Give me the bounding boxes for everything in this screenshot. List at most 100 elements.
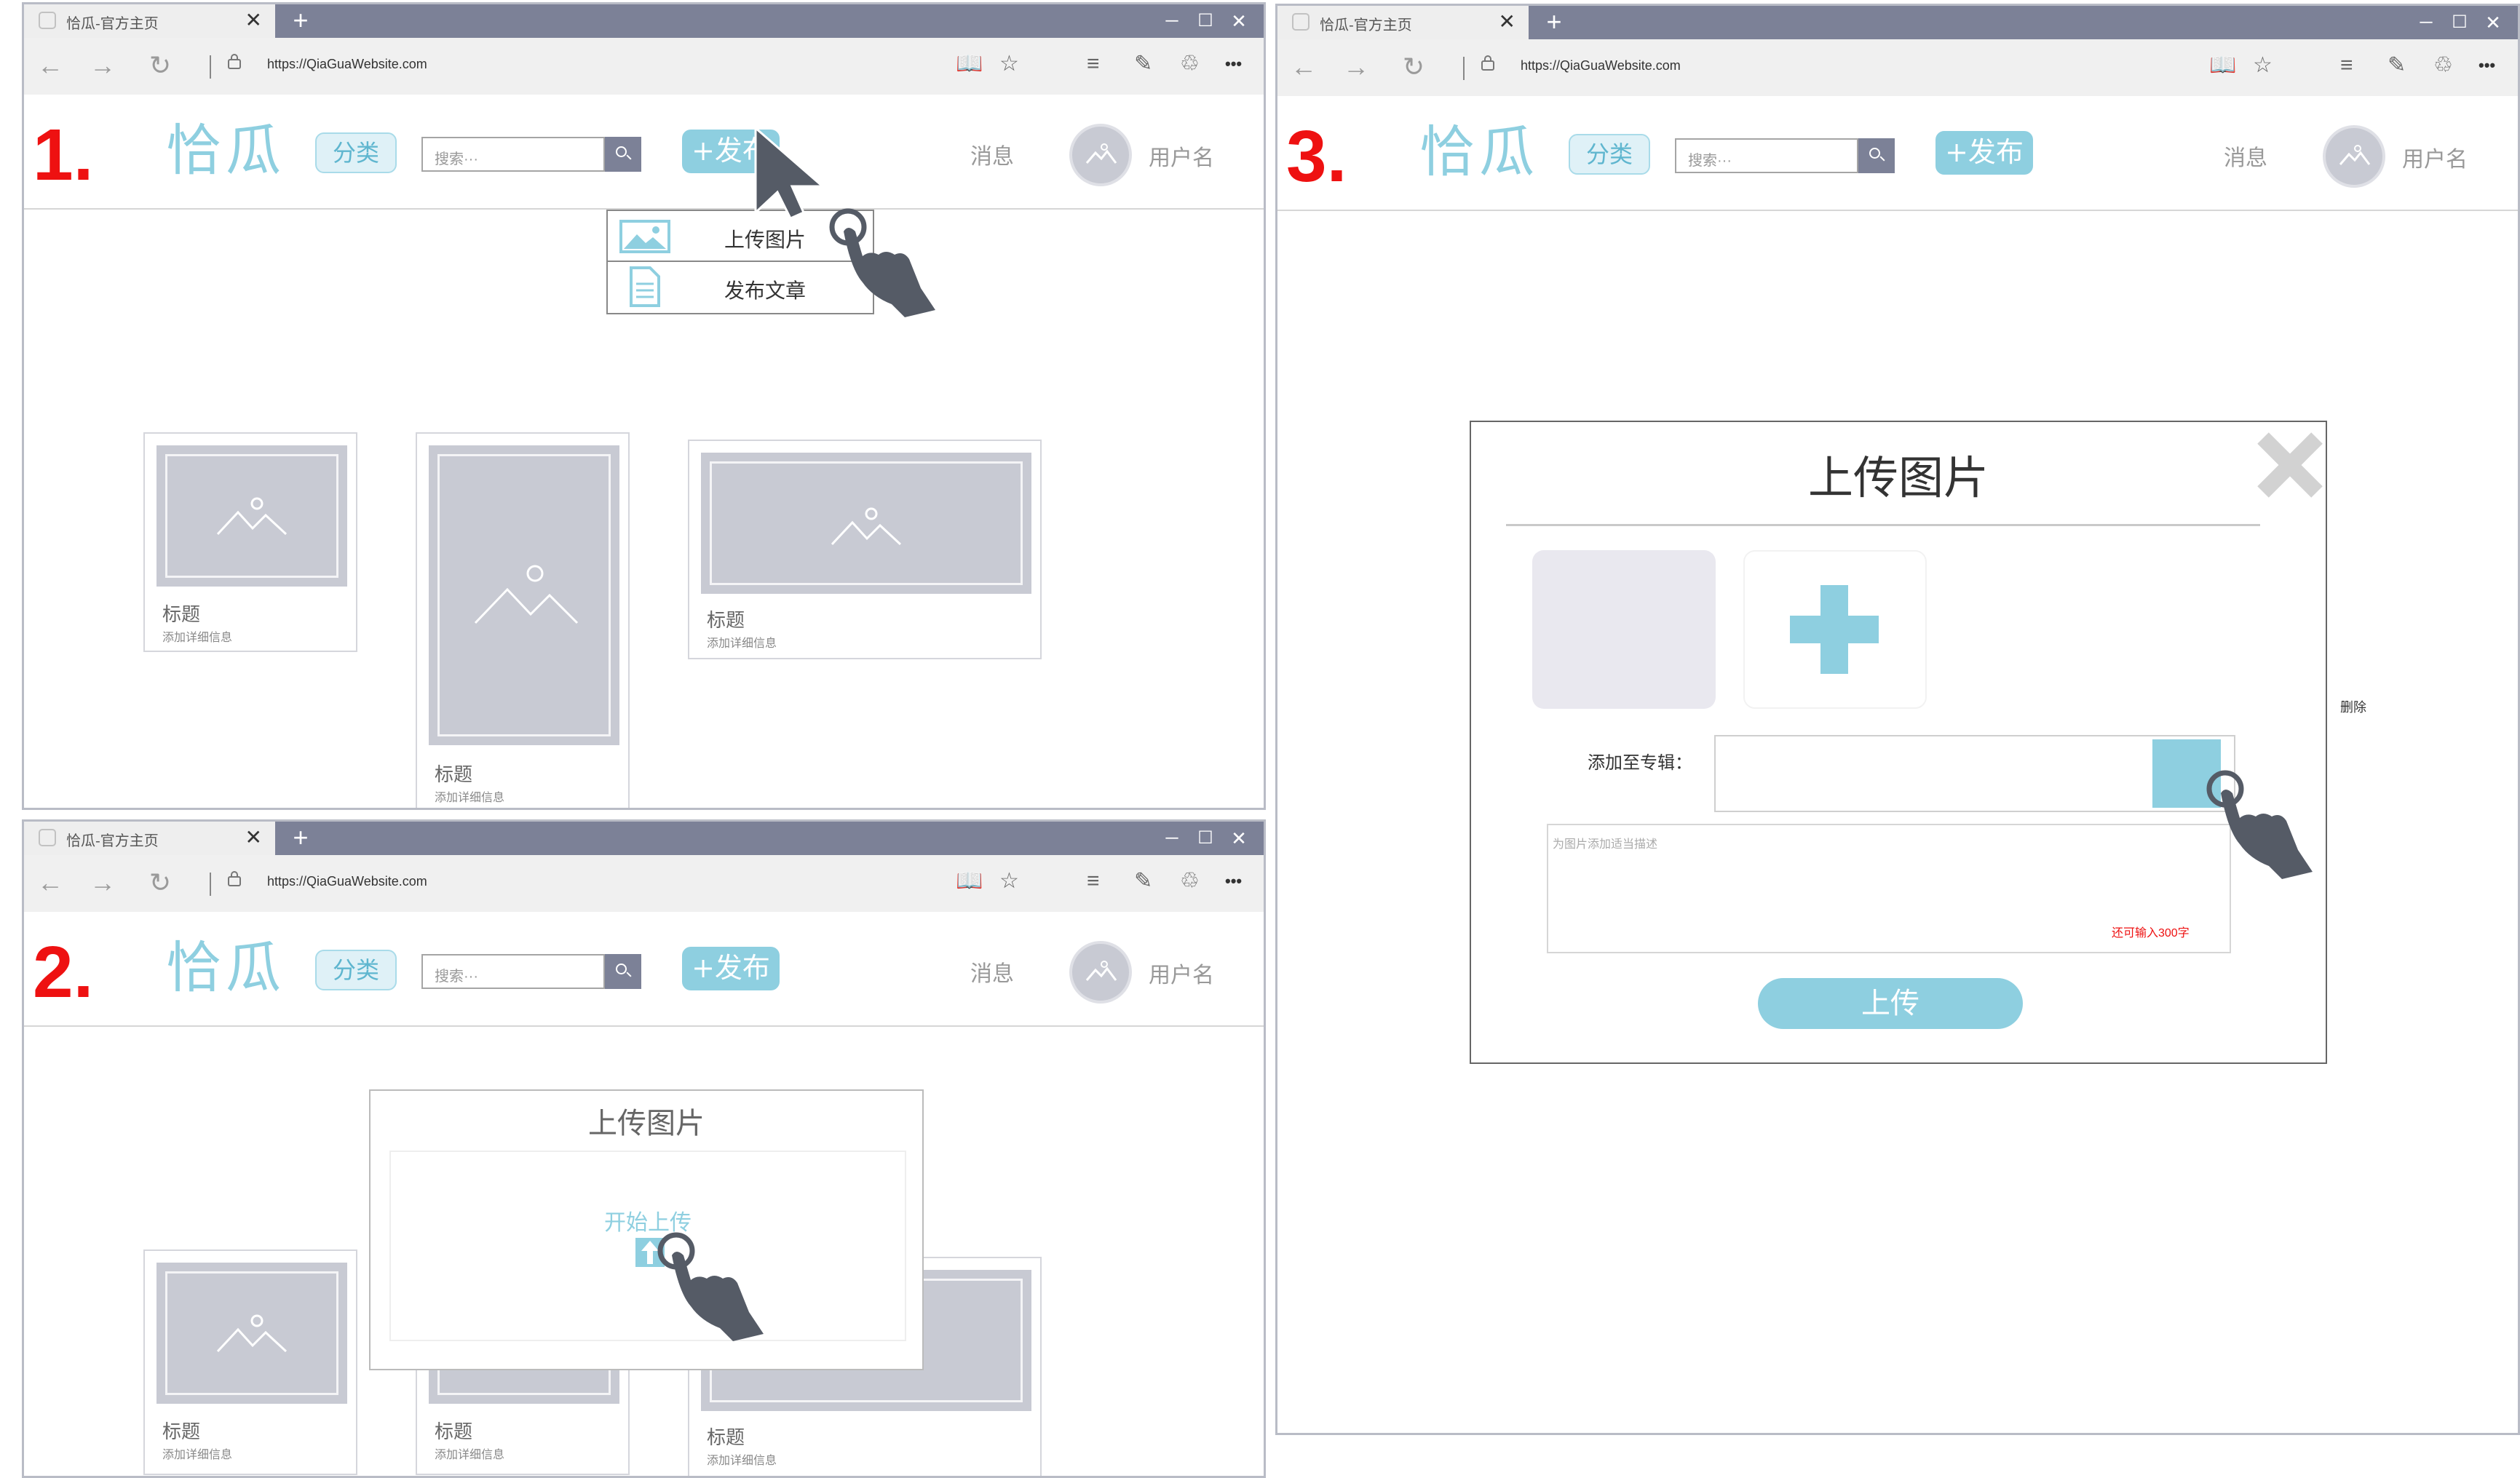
- refresh-icon[interactable]: ↻: [149, 52, 171, 79]
- refresh-icon[interactable]: ↻: [1403, 54, 1425, 80]
- close-icon[interactable]: [2250, 425, 2330, 505]
- share-icon[interactable]: ♲: [1180, 51, 1200, 77]
- browser-window-step2: 恰瓜-官方主页 ✕ + ─ ☐ ✕ ← → ↻ https://QiaGuaWe…: [22, 819, 1266, 1478]
- window-close-button[interactable]: ✕: [1223, 4, 1255, 38]
- messages-link[interactable]: 消息: [2224, 140, 2267, 172]
- new-tab-button[interactable]: +: [286, 822, 315, 855]
- refresh-icon[interactable]: ↻: [149, 870, 171, 896]
- publish-button[interactable]: +发布: [682, 947, 780, 990]
- card-title: 标题: [162, 1421, 201, 1443]
- share-icon[interactable]: ♲: [1180, 868, 1200, 894]
- more-icon[interactable]: •••: [2479, 52, 2495, 79]
- card-subtitle: 添加详细信息: [162, 1449, 233, 1461]
- add-image-button[interactable]: [1743, 550, 1927, 709]
- browser-tab[interactable]: 恰瓜-官方主页 ✕: [1277, 6, 1529, 39]
- document-icon: [630, 266, 660, 307]
- delete-label[interactable]: 删除: [2340, 697, 2366, 716]
- image-placeholder-icon: [474, 565, 579, 624]
- search-input[interactable]: 搜索···: [1675, 138, 1858, 173]
- search-button[interactable]: [605, 137, 641, 172]
- back-icon[interactable]: ←: [1291, 54, 1317, 80]
- minimize-button[interactable]: ─: [1156, 822, 1188, 855]
- minimize-button[interactable]: ─: [1156, 4, 1188, 38]
- web-note-icon[interactable]: ✎: [1134, 868, 1152, 894]
- new-tab-button[interactable]: +: [286, 4, 315, 38]
- messages-link[interactable]: 消息: [970, 955, 1014, 988]
- uploaded-image-thumbnail[interactable]: [1532, 550, 1716, 709]
- maximize-button[interactable]: ☐: [1189, 822, 1221, 855]
- forward-icon[interactable]: →: [90, 52, 116, 79]
- category-button[interactable]: 分类: [315, 132, 397, 173]
- forward-icon[interactable]: →: [1343, 54, 1369, 80]
- more-icon[interactable]: •••: [1225, 51, 1242, 77]
- site-logo[interactable]: 恰瓜: [166, 935, 285, 1001]
- minimize-button[interactable]: ─: [2410, 6, 2442, 39]
- reading-view-icon[interactable]: 📖: [956, 51, 983, 77]
- search-placeholder: 搜索···: [435, 969, 478, 985]
- content-card[interactable]: 标题 添加详细信息: [143, 432, 357, 652]
- card-image: [156, 1263, 347, 1404]
- card-subtitle: 添加详细信息: [435, 792, 505, 804]
- favorite-star-icon[interactable]: ☆: [999, 51, 1019, 77]
- dialog-title: 上传图片: [1807, 451, 1989, 504]
- description-textarea[interactable]: 为图片添加适当描述 还可输入300字: [1547, 824, 2231, 953]
- favicon-icon: [1292, 13, 1309, 31]
- web-note-icon[interactable]: ✎: [1134, 51, 1152, 77]
- card-image: [156, 445, 347, 587]
- site-logo[interactable]: 恰瓜: [1419, 119, 1539, 185]
- hand-pointer-icon: [2206, 770, 2313, 879]
- avatar[interactable]: [1069, 941, 1132, 1004]
- username-link[interactable]: 用户名: [1149, 957, 1214, 989]
- maximize-button[interactable]: ☐: [1189, 4, 1221, 38]
- forward-icon[interactable]: →: [90, 870, 116, 896]
- web-note-icon[interactable]: ✎: [2388, 52, 2406, 79]
- browser-tab[interactable]: 恰瓜-官方主页 ✕: [24, 4, 275, 38]
- category-button[interactable]: 分类: [1569, 134, 1650, 175]
- image-placeholder-icon: [216, 497, 288, 536]
- username-link[interactable]: 用户名: [2402, 141, 2468, 173]
- more-icon[interactable]: •••: [1225, 868, 1242, 894]
- image-placeholder-icon: [1085, 961, 1117, 981]
- step-number: 3.: [1286, 116, 1347, 197]
- tab-close-icon[interactable]: ✕: [245, 826, 262, 849]
- hub-icon[interactable]: ≡: [2340, 52, 2353, 79]
- category-button[interactable]: 分类: [315, 950, 397, 990]
- favorite-star-icon[interactable]: ☆: [2253, 52, 2273, 79]
- publish-button[interactable]: +发布: [1935, 131, 2033, 175]
- card-subtitle: 添加详细信息: [707, 637, 777, 650]
- site-logo[interactable]: 恰瓜: [166, 118, 285, 183]
- reading-view-icon[interactable]: 📖: [956, 868, 983, 894]
- avatar[interactable]: [1069, 124, 1132, 186]
- back-icon[interactable]: ←: [37, 52, 63, 79]
- search-input[interactable]: 搜索···: [421, 137, 605, 172]
- content-card[interactable]: 标题 添加详细信息: [143, 1249, 357, 1475]
- share-icon[interactable]: ♲: [2433, 52, 2453, 79]
- upload-button[interactable]: 上传: [1758, 978, 2023, 1029]
- search-button[interactable]: [605, 954, 641, 989]
- messages-link[interactable]: 消息: [970, 138, 1014, 170]
- card-title: 标题: [435, 1421, 473, 1443]
- window-close-button[interactable]: ✕: [2477, 6, 2509, 39]
- url-field[interactable]: https://QiaGuaWebsite.com: [267, 57, 427, 72]
- tab-close-icon[interactable]: ✕: [1499, 10, 1515, 33]
- album-select[interactable]: [1714, 735, 2235, 812]
- username-link[interactable]: 用户名: [1149, 140, 1214, 172]
- tab-close-icon[interactable]: ✕: [245, 9, 262, 32]
- search-input[interactable]: 搜索···: [421, 954, 605, 989]
- browser-tab[interactable]: 恰瓜-官方主页 ✕: [24, 822, 275, 855]
- avatar[interactable]: [2323, 125, 2385, 188]
- reading-view-icon[interactable]: 📖: [2209, 52, 2236, 79]
- hub-icon[interactable]: ≡: [1087, 868, 1100, 894]
- back-icon[interactable]: ←: [37, 870, 63, 896]
- image-placeholder-icon: [216, 1314, 288, 1353]
- search-button[interactable]: [1858, 138, 1895, 173]
- new-tab-button[interactable]: +: [1540, 6, 1569, 39]
- maximize-button[interactable]: ☐: [2444, 6, 2476, 39]
- url-field[interactable]: https://QiaGuaWebsite.com: [267, 874, 427, 889]
- content-card[interactable]: 标题 添加详细信息: [416, 432, 630, 808]
- hub-icon[interactable]: ≡: [1087, 51, 1100, 77]
- content-card[interactable]: 标题 添加详细信息: [688, 440, 1042, 659]
- url-field[interactable]: https://QiaGuaWebsite.com: [1521, 58, 1681, 73]
- window-close-button[interactable]: ✕: [1223, 822, 1255, 855]
- favorite-star-icon[interactable]: ☆: [999, 868, 1019, 894]
